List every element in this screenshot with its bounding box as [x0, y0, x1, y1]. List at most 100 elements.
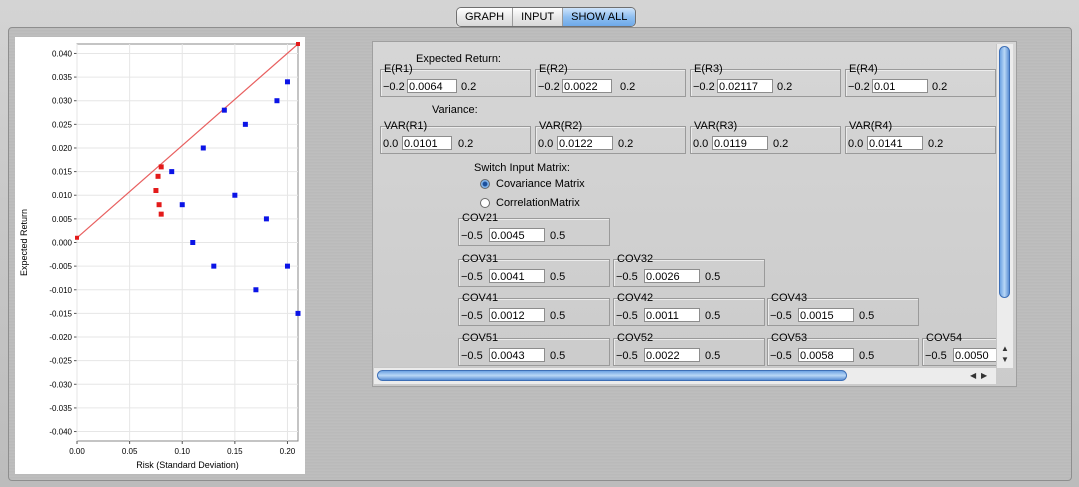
portfolios-point — [274, 98, 280, 104]
er4-min: −0.2 — [848, 81, 870, 93]
y-tick-label: 0.015 — [52, 168, 73, 177]
scroll-left-arrow-icon[interactable]: ◀ — [970, 371, 976, 380]
cov31-field[interactable]: 0.0041 — [489, 269, 545, 283]
var1-field[interactable]: 0.0101 — [402, 136, 452, 150]
var4-group: VAR(R4) 0.0 0.0141 0.2 — [845, 120, 996, 154]
correlation-radio[interactable] — [480, 198, 490, 208]
er4-max: 0.2 — [932, 81, 948, 93]
cov54-field[interactable]: 0.0050 — [953, 348, 999, 362]
horizontal-scrollbar[interactable]: ◀ ▶ — [374, 367, 996, 384]
y-tick-label: -0.040 — [49, 428, 72, 437]
cov52-field[interactable]: 0.0022 — [644, 348, 700, 362]
portfolios-point — [253, 287, 259, 293]
cov41-min: −0.5 — [461, 310, 483, 322]
var3-field[interactable]: 0.0119 — [712, 136, 768, 150]
cov42-group: COV42 −0.5 0.0011 0.5 — [613, 292, 765, 326]
portfolios-point — [295, 310, 301, 316]
er1-max: 0.2 — [461, 81, 477, 93]
portfolios-point — [190, 240, 196, 245]
var1-max: 0.2 — [458, 138, 474, 150]
cov32-field[interactable]: 0.0026 — [644, 269, 700, 283]
x-tick-label: 0.10 — [174, 447, 190, 456]
cov51-label: COV51 — [462, 332, 499, 344]
var3-label: VAR(R3) — [694, 120, 738, 132]
y-tick-label: 0.010 — [52, 191, 73, 200]
vertical-scrollbar[interactable]: ▲ ▼ — [996, 44, 1013, 368]
x-tick-label: 0.00 — [69, 447, 85, 456]
cov31-group: COV31 −0.5 0.0041 0.5 — [458, 253, 610, 287]
var4-min: 0.0 — [848, 138, 864, 150]
portfolios-point — [200, 145, 206, 151]
cov43-label: COV43 — [771, 292, 808, 304]
y-tick-label: -0.025 — [49, 357, 72, 366]
er4-field[interactable]: 0.01 — [872, 79, 928, 93]
cov51-field[interactable]: 0.0043 — [489, 348, 545, 362]
cov52-min: −0.5 — [616, 350, 638, 362]
x-tick-label: 0.15 — [227, 447, 243, 456]
var4-max: 0.2 — [928, 138, 944, 150]
cov32-group: COV32 −0.5 0.0026 0.5 — [613, 253, 765, 287]
covariance-radio-label[interactable]: Covariance Matrix — [496, 178, 585, 190]
cov52-label: COV52 — [617, 332, 654, 344]
er3-min: −0.2 — [693, 81, 715, 93]
portfolios-point — [211, 263, 217, 269]
cov51-min: −0.5 — [461, 350, 483, 362]
y-tick-label: 0.000 — [52, 239, 73, 248]
er4-group: E(R4) −0.2 0.01 0.2 — [845, 63, 996, 97]
cov32-min: −0.5 — [616, 271, 638, 283]
cov54-label: COV54 — [926, 332, 963, 344]
y-tick-label: -0.005 — [49, 262, 72, 271]
cov21-label: COV21 — [462, 212, 499, 224]
horizontal-scroll-thumb[interactable] — [377, 370, 847, 381]
frontier-point — [155, 173, 161, 179]
tab-input[interactable]: INPUT — [513, 8, 564, 26]
cov41-max: 0.5 — [550, 310, 566, 322]
x-tick-label: 0.05 — [122, 447, 138, 456]
scroll-up-arrow-icon[interactable]: ▲ — [1001, 344, 1009, 353]
cov53-label: COV53 — [771, 332, 808, 344]
covariance-radio[interactable] — [480, 179, 490, 189]
portfolios-point — [284, 263, 290, 269]
var1-min: 0.0 — [383, 138, 399, 150]
cov41-field[interactable]: 0.0012 — [489, 308, 545, 322]
y-tick-label: 0.040 — [52, 49, 73, 58]
frontier-point — [158, 211, 164, 217]
cov41-label: COV41 — [462, 292, 499, 304]
er1-field[interactable]: 0.0064 — [407, 79, 457, 93]
cov21-field[interactable]: 0.0045 — [489, 228, 545, 242]
y-axis-label: Expected Return — [19, 209, 29, 276]
scroll-right-arrow-icon[interactable]: ▶ — [981, 371, 987, 380]
cov31-max: 0.5 — [550, 271, 566, 283]
cov43-min: −0.5 — [770, 310, 792, 322]
cov21-group: COV21 −0.5 0.0045 0.5 — [458, 212, 610, 246]
variance-title: Variance: — [432, 104, 478, 116]
line-end-point — [296, 42, 300, 46]
scroll-down-arrow-icon[interactable]: ▼ — [1001, 355, 1009, 364]
cov41-group: COV41 −0.5 0.0012 0.5 — [458, 292, 610, 326]
risk-free-point — [75, 235, 79, 240]
correlation-radio-label[interactable]: CorrelationMatrix — [496, 197, 580, 209]
var4-field[interactable]: 0.0141 — [867, 136, 923, 150]
var4-label: VAR(R4) — [849, 120, 893, 132]
er2-group: E(R2) −0.2 0.0022 0.2 — [535, 63, 686, 97]
er2-field[interactable]: 0.0022 — [562, 79, 612, 93]
y-tick-label: -0.035 — [49, 404, 72, 413]
tab-graph[interactable]: GRAPH — [457, 8, 514, 26]
switch-matrix-title: Switch Input Matrix: — [474, 162, 570, 174]
er2-label: E(R2) — [539, 63, 568, 75]
var2-label: VAR(R2) — [539, 120, 583, 132]
er1-label: E(R1) — [384, 63, 413, 75]
var3-max: 0.2 — [773, 138, 789, 150]
tab-show-all[interactable]: SHOW ALL — [563, 8, 636, 26]
vertical-scroll-thumb[interactable] — [999, 46, 1010, 298]
er3-field[interactable]: 0.02117 — [717, 79, 773, 93]
portfolios-point — [284, 79, 290, 85]
cov42-field[interactable]: 0.0011 — [644, 308, 700, 322]
var2-field[interactable]: 0.0122 — [557, 136, 613, 150]
x-axis-label: Risk (Standard Deviation) — [136, 460, 239, 470]
cov43-field[interactable]: 0.0015 — [798, 308, 854, 322]
er3-label: E(R3) — [694, 63, 723, 75]
var2-max: 0.2 — [618, 138, 634, 150]
y-tick-label: 0.005 — [52, 215, 73, 224]
cov53-field[interactable]: 0.0058 — [798, 348, 854, 362]
